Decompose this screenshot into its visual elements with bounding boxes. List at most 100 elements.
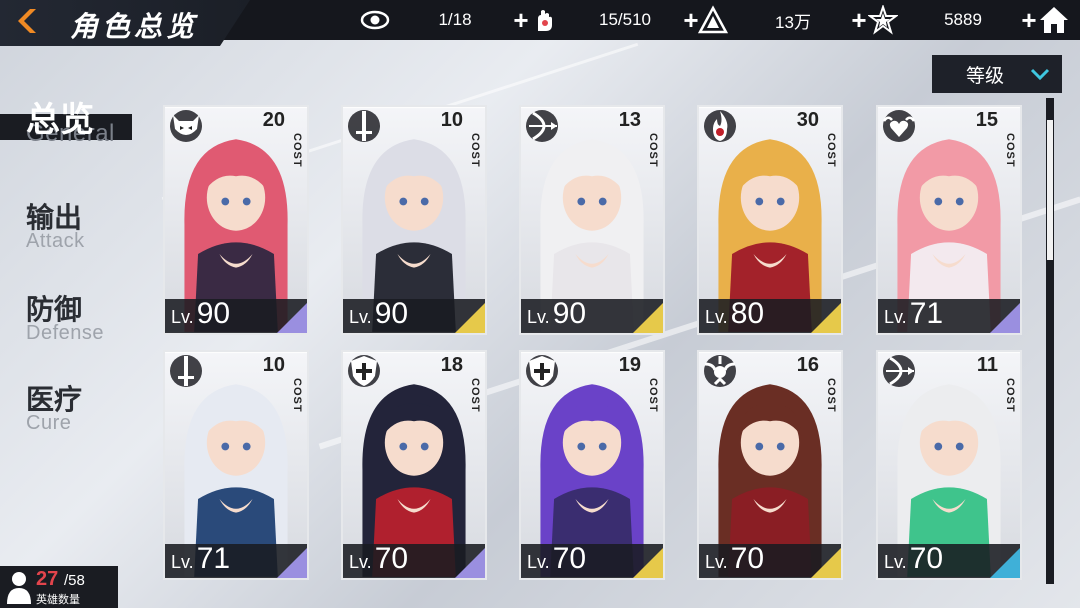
winged-emblem-icon <box>704 355 736 387</box>
bow-icon <box>526 110 558 142</box>
level-bar: Lv. 90 <box>521 297 663 333</box>
character-card[interactable]: 10 COST Lv. 71 <box>163 350 309 580</box>
level-prefix: Lv. <box>171 552 194 572</box>
shield-cross-icon <box>348 355 380 387</box>
level-bar: Lv. 70 <box>343 542 485 578</box>
category-cn-label: 防御 <box>26 294 83 325</box>
add-views-button[interactable]: + <box>510 5 532 35</box>
level-value: 70 <box>374 542 409 575</box>
stamina-hand-icon <box>538 10 552 31</box>
rarity-corner <box>990 548 1020 578</box>
level-value: 80 <box>730 297 765 330</box>
rarity-corner <box>633 548 663 578</box>
rarity-corner <box>811 303 841 333</box>
category-tab-cure[interactable]: Cure 医疗 <box>0 378 150 448</box>
cost-label: COST <box>825 378 837 413</box>
level-display: Lv. 70 <box>884 542 943 576</box>
rarity-corner <box>455 303 485 333</box>
cost-label: COST <box>1004 133 1016 168</box>
hero-count-panel: 27 /58 英雄数量 <box>0 566 118 608</box>
character-card[interactable]: 11 COST Lv. 70 <box>876 350 1022 580</box>
cost-value: 11 <box>976 354 998 376</box>
cost-value: 15 <box>975 109 998 131</box>
level-display: Lv. 90 <box>171 297 230 331</box>
level-display: Lv. 71 <box>171 542 230 576</box>
chevron-down-icon <box>1030 68 1050 81</box>
character-card[interactable]: 16 COST Lv. 70 <box>697 350 843 580</box>
hero-avatar-icon <box>7 572 31 604</box>
stamina-value: 15/510 <box>599 10 651 29</box>
rarity-corner <box>811 548 841 578</box>
level-bar: Lv. 80 <box>699 297 841 333</box>
character-card[interactable]: 20 COST Lv. 90 <box>163 105 309 335</box>
gold-pyramid-icon <box>698 5 728 34</box>
resource-gold: 13万 + <box>698 0 870 40</box>
level-display: Lv. 70 <box>527 542 586 576</box>
level-value: 70 <box>909 542 944 575</box>
level-prefix: Lv. <box>171 307 194 327</box>
bow-icon <box>883 355 915 387</box>
level-value: 90 <box>552 297 587 330</box>
level-prefix: Lv. <box>527 552 550 572</box>
title-panel: 角色总览 <box>0 0 250 46</box>
level-display: Lv. 90 <box>349 297 408 331</box>
cost-value: 10 <box>262 354 285 376</box>
resource-views: 1/18 + <box>360 0 532 40</box>
category-tab-defense[interactable]: Defense 防御 <box>0 288 150 358</box>
category-cn-label: 输出 <box>26 202 83 233</box>
level-bar: Lv. 70 <box>878 542 1020 578</box>
back-arrow-icon[interactable] <box>10 6 42 36</box>
cost-value: 30 <box>796 109 819 131</box>
category-tab-general[interactable]: General 总览 <box>0 100 150 170</box>
cost-value: 16 <box>796 354 819 376</box>
heart-wings-icon <box>882 110 916 142</box>
level-display: Lv. 90 <box>527 297 586 331</box>
character-card[interactable]: 18 COST Lv. 70 <box>341 350 487 580</box>
sword-icon <box>170 355 202 387</box>
eye-icon <box>360 10 390 30</box>
cost-value: 18 <box>440 354 463 376</box>
level-prefix: Lv. <box>527 307 550 327</box>
cost-value: 19 <box>618 354 641 376</box>
hero-count-label: 英雄数量 <box>36 594 80 606</box>
category-tab-attack[interactable]: Attack 输出 <box>0 196 150 266</box>
shield-cross-icon <box>526 355 558 387</box>
home-icon[interactable] <box>1038 4 1070 36</box>
cost-value: 10 <box>440 109 463 131</box>
level-display: Lv. 71 <box>884 297 943 331</box>
cost-label: COST <box>647 133 659 168</box>
crystal-value: 5889 <box>944 10 982 29</box>
character-card[interactable]: 10 COST Lv. 90 <box>341 105 487 335</box>
scrollbar-thumb[interactable] <box>1047 120 1053 260</box>
category-cn-label: 医疗 <box>26 384 83 415</box>
level-value: 90 <box>196 297 231 330</box>
cost-value: 20 <box>262 109 285 131</box>
cost-label: COST <box>469 133 481 168</box>
level-bar: Lv. 70 <box>521 542 663 578</box>
hero-count-total: /58 <box>64 572 85 589</box>
level-display: Lv. 80 <box>705 297 764 331</box>
level-bar: Lv. 90 <box>165 297 307 333</box>
resource-stamina: 15/510 + <box>530 0 702 40</box>
character-card[interactable]: 15 COST Lv. 71 <box>876 105 1022 335</box>
gold-value: 13万 <box>775 12 811 32</box>
sort-dropdown[interactable]: 等级 <box>932 55 1062 93</box>
level-value: 70 <box>730 542 765 575</box>
level-bar: Lv. 71 <box>165 542 307 578</box>
level-value: 90 <box>374 297 409 330</box>
views-value: 1/18 <box>438 10 472 29</box>
level-display: Lv. 70 <box>349 542 408 576</box>
level-prefix: Lv. <box>884 307 907 327</box>
character-card[interactable]: 30 COST Lv. 80 <box>697 105 843 335</box>
level-prefix: Lv. <box>349 552 372 572</box>
rarity-corner <box>455 548 485 578</box>
character-card[interactable]: 13 COST Lv. 90 <box>519 105 665 335</box>
level-value: 70 <box>552 542 587 575</box>
category-cn-label: 总览 <box>26 101 94 139</box>
add-gold-button[interactable]: + <box>848 5 870 35</box>
demon-mask-icon <box>170 110 202 142</box>
cost-label: COST <box>647 378 659 413</box>
character-card[interactable]: 19 COST Lv. 70 <box>519 350 665 580</box>
add-crystal-button[interactable]: + <box>1018 5 1040 35</box>
rarity-corner <box>633 303 663 333</box>
